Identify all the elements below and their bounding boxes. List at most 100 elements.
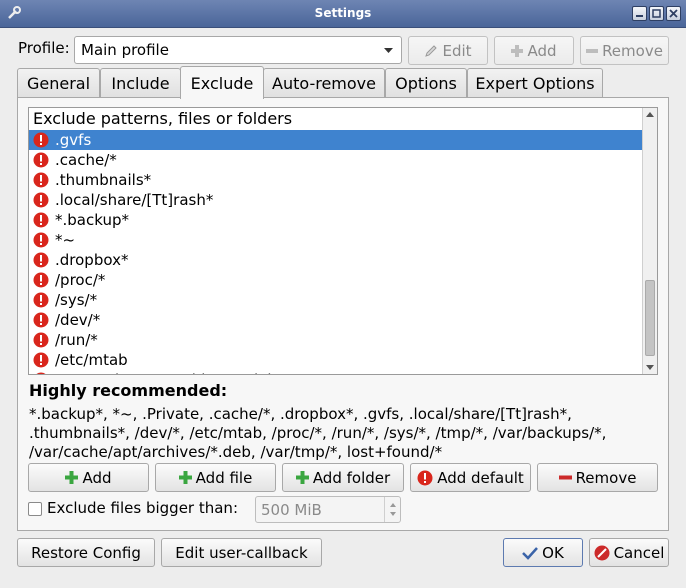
plus-icon [511, 44, 524, 57]
list-item[interactable]: *.backup* [29, 210, 643, 230]
cancel-button[interactable]: Cancel [589, 538, 669, 567]
restore-config-button[interactable]: Restore Config [17, 538, 155, 567]
add-default-button[interactable]: Add default [410, 463, 531, 492]
list-item-label: .thumbnails* [55, 171, 152, 189]
add-file-label: Add file [195, 468, 253, 487]
minimize-button[interactable] [632, 6, 647, 21]
list-item[interactable]: /proc/* [29, 270, 643, 290]
warning-icon [33, 332, 49, 348]
exclude-list-rows: .gvfs .cache/* .thumbnails* .local/share/[T… [29, 130, 643, 374]
tab-auto-remove[interactable]: Auto-remove [263, 68, 385, 98]
list-item[interactable]: .dropbox* [29, 250, 643, 270]
list-item-label: /proc/* [55, 271, 106, 289]
list-item[interactable]: .gvfs [29, 130, 643, 150]
spin-up-down-icon [390, 503, 396, 516]
add-default-label: Add default [437, 468, 524, 487]
warning-icon [33, 252, 49, 268]
restore-config-label: Restore Config [31, 543, 141, 562]
size-limit-spinbox[interactable]: 500 MiB [255, 496, 401, 523]
scroll-up-icon[interactable] [646, 112, 654, 117]
tab-options[interactable]: Options [385, 68, 467, 98]
list-item-label: .local/share/[Tt]rash* [55, 191, 214, 209]
add-label: Add [82, 468, 112, 487]
tab-general[interactable]: General [17, 68, 100, 98]
tab-include[interactable]: Include [100, 68, 181, 98]
list-item-label: /sys/* [55, 291, 98, 309]
remove-profile-label: Remove [602, 41, 663, 60]
remove-button[interactable]: Remove [537, 463, 658, 492]
window-title: Settings [314, 6, 372, 20]
profile-select[interactable]: Main profile [74, 36, 402, 64]
cancel-label: Cancel [613, 543, 665, 562]
add-button[interactable]: Add [28, 463, 149, 492]
list-item[interactable]: .thumbnails* [29, 170, 643, 190]
ok-button[interactable]: OK [503, 538, 583, 567]
chevron-down-icon [384, 48, 393, 53]
exclude-list[interactable]: Exclude patterns, files or folders .gvfs… [28, 107, 658, 375]
minus-icon [586, 48, 599, 53]
cancel-icon [594, 545, 610, 560]
warning-icon [33, 292, 49, 308]
profile-select-value: Main profile [81, 41, 169, 59]
maximize-icon [652, 9, 661, 18]
maximize-button[interactable] [649, 6, 664, 21]
add-file-button[interactable]: Add file [155, 463, 276, 492]
title-bar: Settings [0, 0, 686, 28]
spin-arrows[interactable] [384, 497, 400, 522]
close-button[interactable] [666, 6, 681, 21]
tab-expert-options[interactable]: Expert Options [467, 68, 603, 98]
list-item[interactable]: /dev/* [29, 310, 643, 330]
warning-icon [33, 132, 49, 148]
list-item[interactable]: /run/* [29, 330, 643, 350]
list-column-header[interactable]: Exclude patterns, files or folders [29, 108, 643, 130]
list-item-label: /var/cache/apt/archives/*.deb [55, 371, 277, 374]
warning-icon [33, 152, 49, 168]
plus-icon [178, 471, 192, 484]
list-item[interactable]: /var/cache/apt/archives/*.deb [29, 370, 643, 374]
warning-icon [33, 232, 49, 248]
tab-exclude[interactable]: Exclude [180, 66, 264, 99]
exclude-size-checkbox[interactable] [28, 502, 42, 516]
add-folder-button[interactable]: Add folder [282, 463, 404, 492]
add-folder-label: Add folder [312, 468, 391, 487]
list-item-label: *~ [55, 231, 76, 249]
recommended-heading: Highly recommended: [29, 381, 228, 400]
pencil-icon [425, 44, 438, 57]
list-item[interactable]: .cache/* [29, 150, 643, 170]
list-item[interactable]: *~ [29, 230, 643, 250]
warning-icon [417, 470, 433, 485]
remove-label: Remove [575, 468, 637, 487]
recommended-text: *.backup*, *~, .Private, .cache/*, .drop… [29, 405, 607, 461]
scrollbar-thumb[interactable] [645, 280, 655, 356]
list-item-label: .gvfs [55, 131, 92, 149]
list-item-label: *.backup* [55, 211, 129, 229]
edit-profile-label: Edit [442, 41, 472, 60]
edit-user-callback-label: Edit user-callback [175, 543, 308, 562]
edit-profile-button[interactable]: Edit [408, 36, 488, 65]
warning-icon [33, 272, 49, 288]
remove-profile-button[interactable]: Remove [580, 36, 669, 65]
warning-icon [33, 192, 49, 208]
list-item-label: /run/* [55, 331, 98, 349]
list-item[interactable]: /etc/mtab [29, 350, 643, 370]
add-profile-label: Add [527, 41, 557, 60]
check-icon [522, 546, 539, 560]
warning-icon [36, 372, 46, 374]
warning-icon [33, 172, 49, 188]
list-item[interactable]: .local/share/[Tt]rash* [29, 190, 643, 210]
profile-label: Profile: [18, 39, 70, 57]
warning-icon [33, 312, 49, 328]
plus-icon [295, 471, 309, 484]
list-item[interactable]: /sys/* [29, 290, 643, 310]
plus-icon [65, 471, 79, 484]
size-limit-value: 500 MiB [261, 501, 322, 519]
minimize-icon [636, 15, 643, 17]
edit-user-callback-button[interactable]: Edit user-callback [161, 538, 322, 567]
add-profile-button[interactable]: Add [494, 36, 574, 65]
list-item-label: /etc/mtab [55, 351, 128, 369]
scroll-down-icon[interactable] [646, 365, 654, 370]
warning-icon [33, 352, 49, 368]
ok-label: OK [542, 543, 564, 562]
list-item-label: .dropbox* [55, 251, 129, 269]
list-scrollbar[interactable] [642, 108, 657, 374]
